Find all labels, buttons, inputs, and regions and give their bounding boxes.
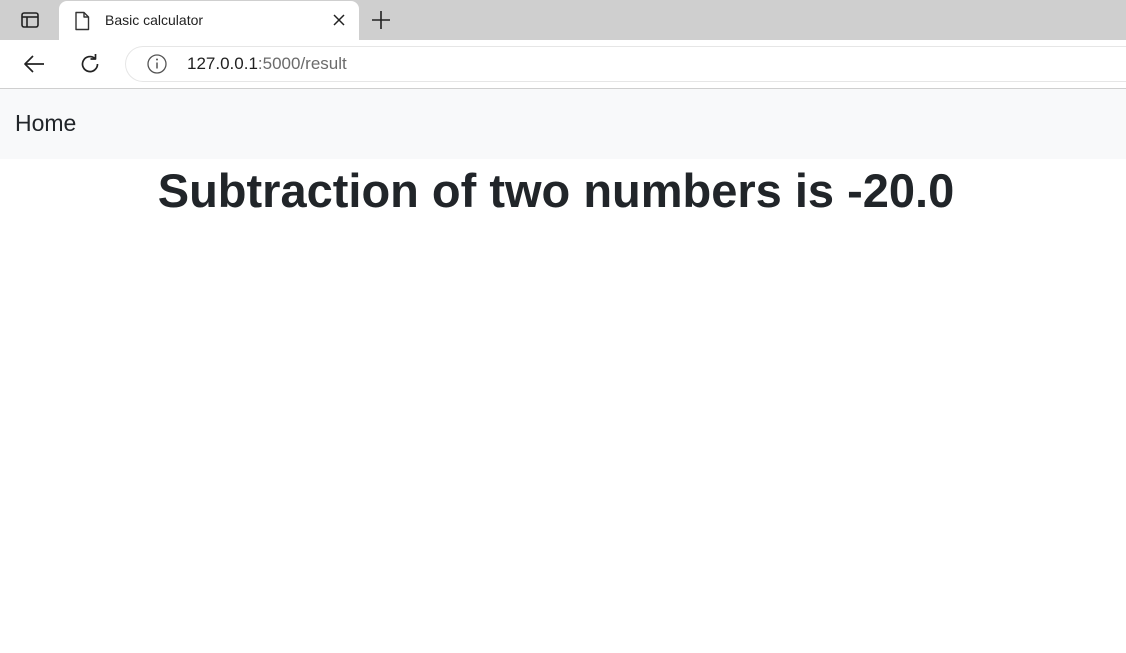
page-icon (75, 11, 90, 31)
address-bar[interactable]: 127.0.0.1:5000/result (125, 46, 1126, 82)
url-path: :5000/result (257, 54, 347, 73)
tab-title: Basic calculator (105, 12, 204, 28)
new-tab-button[interactable] (366, 5, 396, 35)
tab-basic-calculator[interactable]: Basic calculator (59, 1, 359, 40)
tab-strip: Basic calculator (0, 0, 1126, 40)
sidebar-toggle-button[interactable] (12, 3, 48, 37)
plus-icon (372, 11, 390, 29)
reload-icon (81, 54, 99, 73)
reload-button[interactable] (74, 49, 106, 79)
back-arrow-icon (24, 55, 44, 73)
result-heading: Subtraction of two numbers is -20.0 (157, 164, 955, 217)
sidebar-icon (21, 12, 39, 28)
back-button[interactable] (18, 49, 50, 79)
url-text[interactable]: 127.0.0.1:5000/result (187, 54, 347, 74)
info-icon[interactable] (146, 53, 168, 75)
browser-toolbar: 127.0.0.1:5000/result (0, 40, 1126, 89)
url-host: 127.0.0.1 (187, 54, 258, 73)
nav-home-link[interactable]: Home (15, 110, 76, 137)
page-navbar: Home (0, 89, 1126, 159)
close-icon[interactable] (331, 12, 347, 28)
browser-window: Basic calculator 127.0.0.1:5000/result H… (0, 0, 1126, 653)
